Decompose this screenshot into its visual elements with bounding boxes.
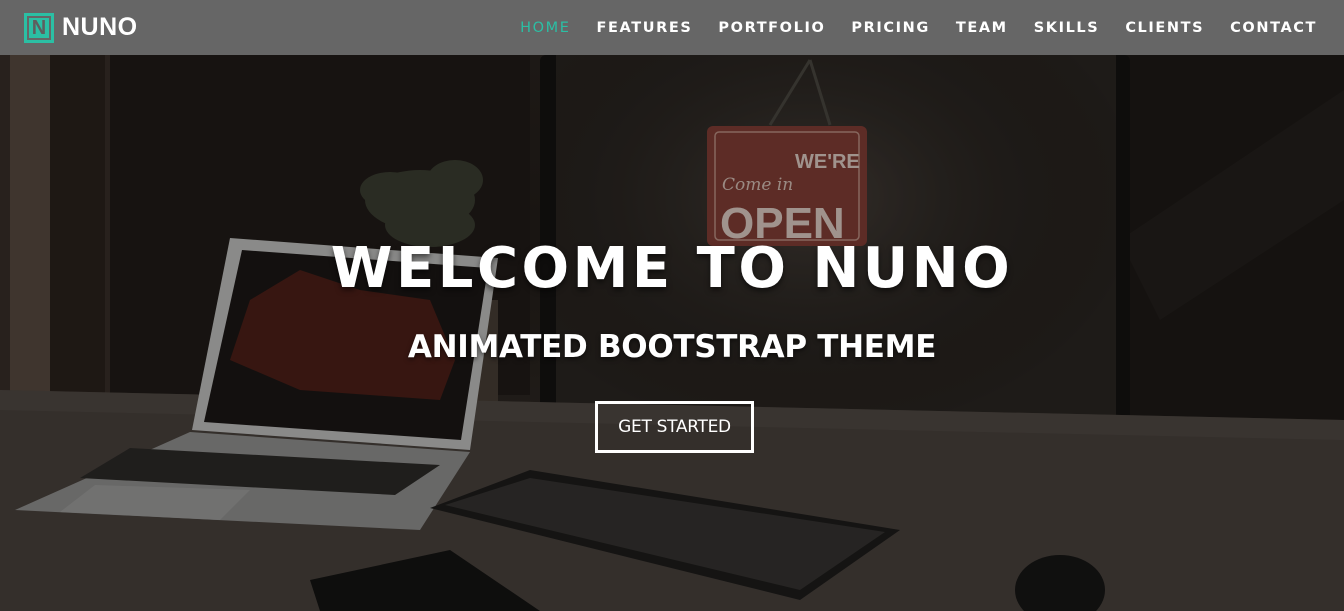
nav-item-team[interactable]: TEAM bbox=[956, 20, 1008, 36]
get-started-button[interactable]: GET STARTED bbox=[595, 401, 754, 453]
brand-name: NUNO bbox=[62, 13, 138, 41]
nav-item-contact[interactable]: CONTACT bbox=[1230, 20, 1317, 36]
nav-item-portfolio[interactable]: PORTFOLIO bbox=[718, 20, 825, 36]
nav-item-features[interactable]: FEATURES bbox=[597, 20, 693, 36]
top-navbar: N NUNO HOME FEATURES PORTFOLIO PRICING T… bbox=[0, 0, 1344, 55]
nav-item-clients[interactable]: CLIENTS bbox=[1125, 20, 1204, 36]
hero-subtitle: ANIMATED BOOTSTRAP THEME bbox=[407, 329, 937, 365]
brand-logo-letter: N bbox=[29, 17, 49, 38]
nav-item-pricing[interactable]: PRICING bbox=[851, 20, 929, 36]
nav-item-skills[interactable]: SKILLS bbox=[1034, 20, 1100, 36]
nav-item-home[interactable]: HOME bbox=[520, 20, 570, 36]
hero-title: WELCOME TO NUNO bbox=[330, 236, 1014, 301]
brand-logo-link[interactable]: N NUNO bbox=[24, 12, 138, 43]
nav-menu: HOME FEATURES PORTFOLIO PRICING TEAM SKI… bbox=[507, 20, 1330, 36]
hero-section: WELCOME TO NUNO ANIMATED BOOTSTRAP THEME… bbox=[0, 0, 1344, 611]
brand-logo-icon: N bbox=[24, 12, 54, 43]
